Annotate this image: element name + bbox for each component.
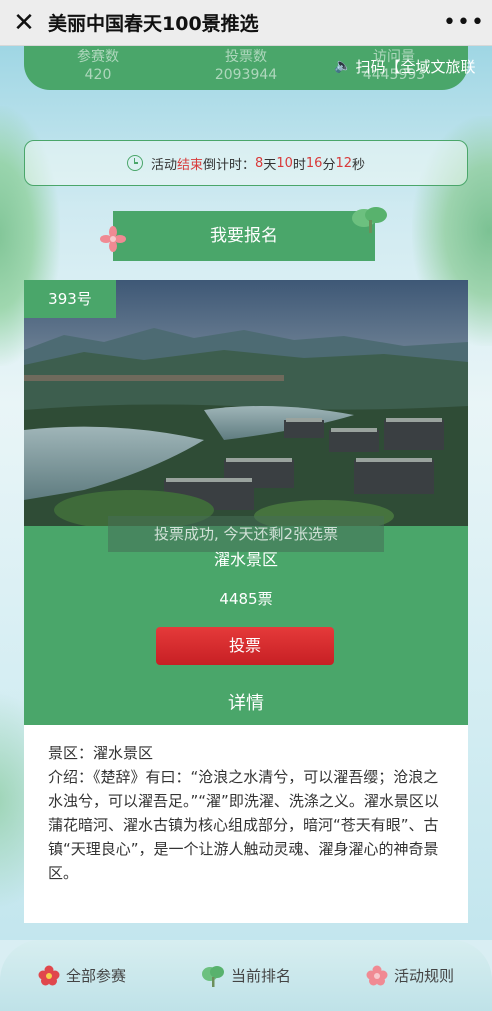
flower-icon (366, 965, 388, 985)
countdown-days-unit: 天 (263, 157, 277, 173)
stat-votes: 投票数 2093944 (172, 46, 320, 90)
vote-button[interactable]: 投票 (156, 627, 334, 665)
bottom-nav: 全部参赛 当前排名 活动规则 (0, 940, 492, 1011)
title-bar: ✕ 美丽中国春天100景推选 ••• (0, 0, 492, 46)
countdown-timer: 活动 结束 倒计时： 8 天 10 时 16 分 12 秒 (24, 140, 468, 186)
signup-button[interactable]: 我要报名 (113, 211, 375, 261)
details-intro: 介绍：《楚辞》有曰：“沧浪之水清兮，可以濯吾缨；沧浪之水浊兮，可以濯吾足。”“濯… (48, 768, 439, 882)
nav-label: 当前排名 (230, 967, 291, 985)
entry-number-badge: 393号 (24, 280, 116, 318)
stat-value: 420 (84, 67, 112, 83)
countdown-prefix: 活动 (150, 157, 177, 173)
stat-participants: 参赛数 420 (24, 46, 172, 90)
details-scenic-label: 景区：濯水景区 (48, 744, 154, 762)
tree-icon (201, 965, 224, 987)
countdown-seconds: 12 (335, 155, 352, 171)
stat-value: 2093944 (214, 67, 278, 83)
page-title: 美丽中国春天100景推选 (48, 13, 259, 35)
announcement-marquee[interactable]: 🔈 扫码【全域文旅联 (334, 54, 492, 78)
vote-success-toast: 投票成功, 今天还剩2张选票 (108, 516, 384, 552)
countdown-hours: 10 (276, 155, 293, 171)
nav-label: 全部参赛 (65, 967, 126, 985)
nav-rules[interactable]: 活动规则 (328, 965, 492, 987)
countdown-minutes: 16 (305, 155, 323, 171)
speaker-icon: 🔈 (334, 58, 352, 74)
page-content[interactable]: 参赛数 420 投票数 2093944 访问量 4445993 🔈 扫码【全域文… (0, 46, 492, 940)
details-heading: 详情 (24, 683, 468, 725)
marquee-text: 扫码【全域文旅联 (355, 57, 476, 76)
entry-vote-count: 4485票 (219, 590, 273, 608)
flower-icon (100, 226, 126, 252)
stat-label: 投票数 (225, 49, 267, 65)
countdown-seconds-unit: 秒 (352, 157, 366, 173)
clock-icon (126, 155, 143, 171)
entry-card[interactable]: 393号 投票成功, 今天还剩2张选票 濯水景区 4485票 投票 (24, 280, 468, 688)
countdown-days: 8 (255, 155, 264, 171)
countdown-end-word: 结束 (177, 157, 204, 173)
nav-ranking[interactable]: 当前排名 (164, 964, 328, 988)
countdown-hours-unit: 时 (292, 157, 306, 173)
tree-icon (352, 207, 387, 233)
nav-label: 活动规则 (393, 967, 454, 985)
stat-label: 参赛数 (77, 49, 119, 65)
flower-icon (38, 965, 60, 985)
details-body: 景区：濯水景区 介绍：《楚辞》有曰：“沧浪之水清兮，可以濯吾缨；沧浪之水浊兮，可… (24, 725, 468, 885)
nav-all-entries[interactable]: 全部参赛 (0, 965, 164, 987)
countdown-minutes-unit: 分 (322, 157, 336, 173)
close-icon[interactable]: ✕ (0, 0, 48, 46)
more-icon[interactable]: ••• (436, 10, 492, 35)
details-panel: 详情 景区：濯水景区 介绍：《楚辞》有曰：“沧浪之水清兮，可以濯吾缨；沧浪之水浊… (24, 683, 468, 923)
countdown-label: 倒计时： (203, 157, 256, 173)
